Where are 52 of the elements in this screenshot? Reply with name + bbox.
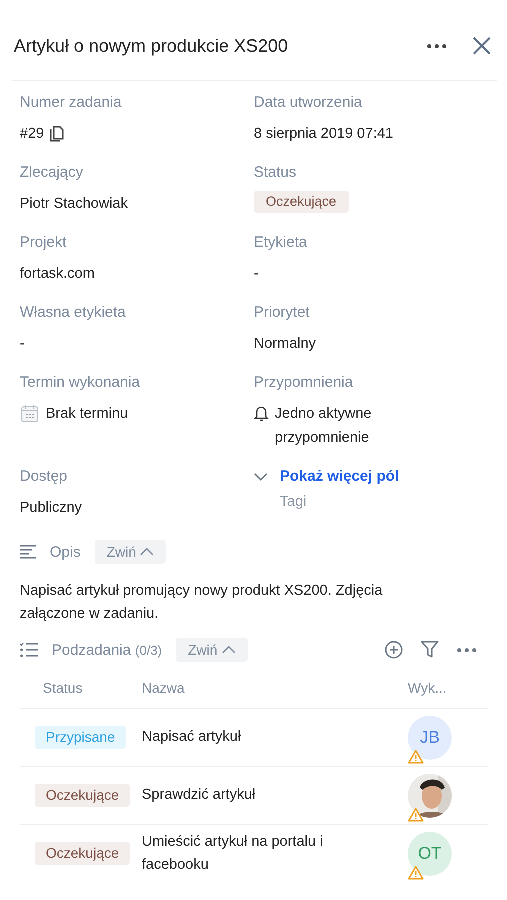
chevron-down-icon[interactable]: [254, 473, 268, 482]
field-value: -: [254, 265, 259, 284]
status-badge: Oczekujące: [35, 842, 130, 865]
field-value: Normalny: [254, 335, 316, 354]
status-badge: Oczekujące: [35, 784, 130, 807]
bell-icon: [254, 405, 269, 422]
task-title: Artykuł o nowym produkcie XS200: [14, 36, 290, 56]
checklist-icon: [20, 643, 38, 657]
field-value: fortask.com: [20, 265, 95, 284]
subtask-name[interactable]: Sprawdzić artykuł: [142, 784, 357, 807]
status-badge: Przypisane: [35, 726, 126, 749]
more-icon[interactable]: [427, 44, 447, 48]
field-value: -: [20, 335, 25, 354]
text-lines-icon: [20, 545, 36, 559]
section-title: Podzadania (0/3): [52, 642, 162, 658]
field-value: Piotr Stachowiak: [20, 195, 128, 214]
field-label: Zlecający: [20, 163, 84, 183]
field-label: Numer zadania: [20, 93, 123, 113]
field-value: Publiczny: [20, 499, 82, 518]
field-label: Projekt: [20, 233, 68, 253]
chevron-up-icon: [222, 646, 236, 654]
field-hint: Tagi: [280, 494, 308, 510]
copy-icon[interactable]: [50, 126, 64, 142]
column-header: Nazwa: [142, 680, 185, 696]
add-icon[interactable]: [385, 641, 403, 659]
field-label: Etykieta: [254, 233, 308, 253]
filter-icon[interactable]: [421, 641, 439, 659]
section-title: Opis: [50, 544, 81, 560]
field-label: Własna etykieta: [20, 303, 127, 323]
field-label: Priorytet: [254, 303, 311, 323]
field-label: Dostęp: [20, 467, 69, 487]
avatar: OT: [408, 832, 452, 876]
field-value: #29: [20, 125, 44, 144]
chevron-up-icon: [140, 548, 154, 556]
subtask-name[interactable]: Napisać artykuł: [142, 726, 357, 749]
more-icon[interactable]: [457, 648, 477, 652]
avatar: JB: [408, 716, 452, 760]
field-label: Przypomnienia: [254, 373, 354, 393]
column-header: Wyk...: [408, 680, 447, 696]
status-badge: Oczekujące: [254, 191, 349, 213]
close-icon[interactable]: [473, 37, 491, 55]
show-more-link[interactable]: Pokaż więcej pól: [280, 468, 400, 485]
description-text: Napisać artykuł promujący nowy produkt XS200. Zdjęcia załączone w zadaniu.: [19, 582, 384, 624]
column-header: Status: [43, 680, 83, 696]
field-label: Termin wykonania: [20, 373, 142, 393]
field-value: Jedno aktywne przypomnienie: [275, 405, 373, 448]
calendar-icon: [20, 404, 40, 424]
field-label: Data utworzenia: [254, 93, 364, 113]
field-value: Brak terminu: [46, 405, 128, 424]
subtask-name[interactable]: Umieścić artykuł na portalu i facebooku: [142, 830, 357, 876]
field-label: Status: [254, 163, 298, 183]
field-value: 8 sierpnia 2019 07:41: [254, 125, 394, 144]
